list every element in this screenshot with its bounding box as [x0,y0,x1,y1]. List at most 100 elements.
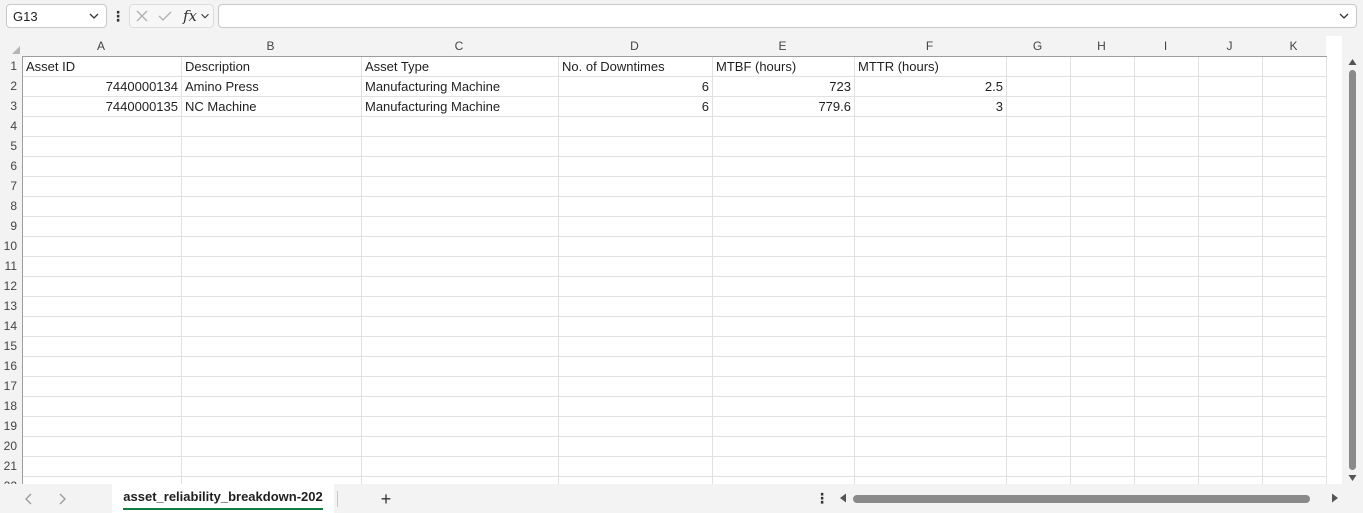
cell-a6[interactable] [23,157,182,177]
column-header-c[interactable]: C [361,36,558,56]
cell-j20[interactable] [1199,437,1263,457]
cell-b10[interactable] [182,237,362,257]
scroll-up-icon[interactable] [1348,58,1357,66]
cell-b19[interactable] [182,417,362,437]
cell-c4[interactable] [362,117,559,137]
cell-d1[interactable]: No. of Downtimes [559,57,713,77]
cell-c11[interactable] [362,257,559,277]
cell-i11[interactable] [1135,257,1199,277]
cell-c1[interactable]: Asset Type [362,57,559,77]
formula-input[interactable] [218,4,1357,28]
cell-d13[interactable] [559,297,713,317]
cell-k12[interactable] [1263,277,1327,297]
row-header-16[interactable]: 16 [0,356,22,376]
column-header-b[interactable]: B [181,36,361,56]
cell-h19[interactable] [1071,417,1135,437]
cell-h17[interactable] [1071,377,1135,397]
cell-f15[interactable] [855,337,1007,357]
cell-i14[interactable] [1135,317,1199,337]
cell-b18[interactable] [182,397,362,417]
cell-g10[interactable] [1007,237,1071,257]
cell-c7[interactable] [362,177,559,197]
cell-g20[interactable] [1007,437,1071,457]
cell-d3[interactable]: 6 [559,97,713,117]
cell-e20[interactable] [713,437,855,457]
cell-k10[interactable] [1263,237,1327,257]
cell-i1[interactable] [1135,57,1199,77]
cell-h9[interactable] [1071,217,1135,237]
row-header-19[interactable]: 19 [0,416,22,436]
cell-k14[interactable] [1263,317,1327,337]
cell-h6[interactable] [1071,157,1135,177]
row-header-12[interactable]: 12 [0,276,22,296]
cell-b13[interactable] [182,297,362,317]
cell-a1[interactable]: Asset ID [23,57,182,77]
cell-f5[interactable] [855,137,1007,157]
cell-d16[interactable] [559,357,713,377]
cell-h4[interactable] [1071,117,1135,137]
row-header-18[interactable]: 18 [0,396,22,416]
column-header-j[interactable]: J [1198,36,1262,56]
row-header-2[interactable]: 2 [0,76,22,96]
cell-k8[interactable] [1263,197,1327,217]
horizontal-scroll-thumb[interactable] [853,495,1310,503]
cell-d15[interactable] [559,337,713,357]
cell-a11[interactable] [23,257,182,277]
cell-h3[interactable] [1071,97,1135,117]
cell-f17[interactable] [855,377,1007,397]
column-header-f[interactable]: F [854,36,1006,56]
cell-e12[interactable] [713,277,855,297]
cell-j16[interactable] [1199,357,1263,377]
cell-g6[interactable] [1007,157,1071,177]
column-header-g[interactable]: G [1006,36,1070,56]
cell-f21[interactable] [855,457,1007,477]
cell-d5[interactable] [559,137,713,157]
cell-e11[interactable] [713,257,855,277]
cell-a9[interactable] [23,217,182,237]
cell-c21[interactable] [362,457,559,477]
cell-k4[interactable] [1263,117,1327,137]
cell-h10[interactable] [1071,237,1135,257]
cell-g19[interactable] [1007,417,1071,437]
cell-b17[interactable] [182,377,362,397]
cell-f3[interactable]: 3 [855,97,1007,117]
scroll-left-icon[interactable] [839,493,847,503]
cell-b7[interactable] [182,177,362,197]
cell-c10[interactable] [362,237,559,257]
cell-i4[interactable] [1135,117,1199,137]
cell-b4[interactable] [182,117,362,137]
cell-a14[interactable] [23,317,182,337]
cell-e3[interactable]: 779.6 [713,97,855,117]
cell-g1[interactable] [1007,57,1071,77]
cell-d14[interactable] [559,317,713,337]
cell-d7[interactable] [559,177,713,197]
cell-i20[interactable] [1135,437,1199,457]
cell-c5[interactable] [362,137,559,157]
cell-f7[interactable] [855,177,1007,197]
row-header-17[interactable]: 17 [0,376,22,396]
row-header-9[interactable]: 9 [0,216,22,236]
column-header-e[interactable]: E [712,36,854,56]
cell-b11[interactable] [182,257,362,277]
scroll-right-icon[interactable] [1331,493,1339,503]
cell-k22[interactable] [1263,477,1327,484]
row-header-21[interactable]: 21 [0,456,22,476]
cell-i9[interactable] [1135,217,1199,237]
cell-c13[interactable] [362,297,559,317]
cell-j15[interactable] [1199,337,1263,357]
cell-c8[interactable] [362,197,559,217]
cell-j4[interactable] [1199,117,1263,137]
cell-f8[interactable] [855,197,1007,217]
cell-k1[interactable] [1263,57,1327,77]
cell-g21[interactable] [1007,457,1071,477]
cell-g9[interactable] [1007,217,1071,237]
cell-d8[interactable] [559,197,713,217]
cell-i5[interactable] [1135,137,1199,157]
column-header-d[interactable]: D [558,36,712,56]
cell-k13[interactable] [1263,297,1327,317]
cell-k3[interactable] [1263,97,1327,117]
cell-k9[interactable] [1263,217,1327,237]
column-header-k[interactable]: K [1262,36,1326,56]
cell-f19[interactable] [855,417,1007,437]
cell-b9[interactable] [182,217,362,237]
